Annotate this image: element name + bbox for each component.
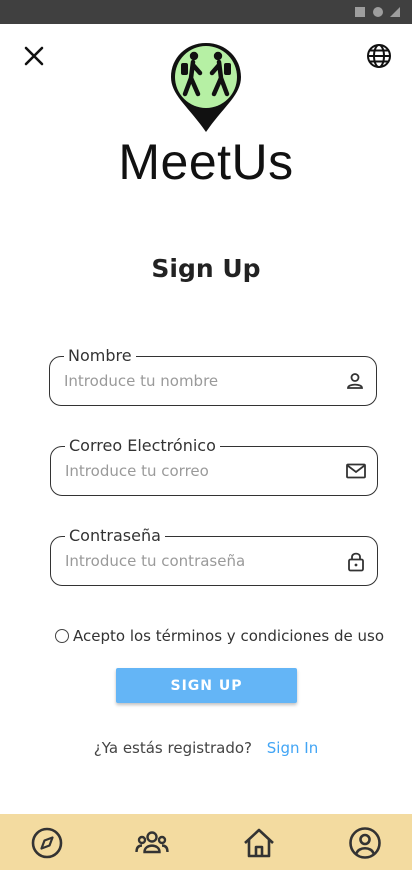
bottom-navigation [0,814,412,870]
home-icon [244,828,274,858]
sign-up-button[interactable]: SIGN UP [116,668,297,703]
language-button[interactable] [365,42,393,70]
hikers-pin-icon [171,43,241,132]
password-input[interactable] [65,549,325,573]
sign-in-row: ¿Ya estás registrado? Sign In [0,738,412,758]
close-icon [24,46,44,66]
globe-icon [367,44,391,68]
nav-item-groups[interactable] [135,826,169,860]
nav-item-profile[interactable] [348,826,382,860]
status-bar [0,0,412,24]
terms-radio[interactable] [55,629,69,643]
name-field-label: Nombre [64,346,136,366]
status-circle-icon [373,7,383,17]
status-triangle-icon [390,7,400,17]
lock-icon [348,552,364,572]
page-title: Sign Up [151,254,261,283]
close-button[interactable] [20,42,48,70]
app-name: MeetUs [118,134,294,190]
compass-icon [31,827,63,859]
terms-label: Acepto los términos y condiciones de uso [73,627,385,645]
email-field-label: Correo Electrónico [65,436,220,456]
name-field[interactable]: Nombre [49,346,377,406]
password-field-label: Contraseña [65,526,165,546]
email-field[interactable]: Correo Electrónico [50,436,378,496]
account-circle-icon [349,827,381,859]
sign-in-question: ¿Ya estás registrado? [93,739,252,757]
password-field[interactable]: Contraseña [50,526,378,586]
name-input[interactable] [64,369,324,393]
groups-icon [135,831,169,854]
nav-item-home[interactable] [242,826,276,860]
email-input[interactable] [65,459,325,483]
mail-icon [346,463,366,479]
app-logo [168,40,244,136]
sign-in-link[interactable]: Sign In [267,739,318,757]
status-square-icon [355,7,365,17]
nav-item-explore[interactable] [30,826,64,860]
person-icon [347,373,363,389]
